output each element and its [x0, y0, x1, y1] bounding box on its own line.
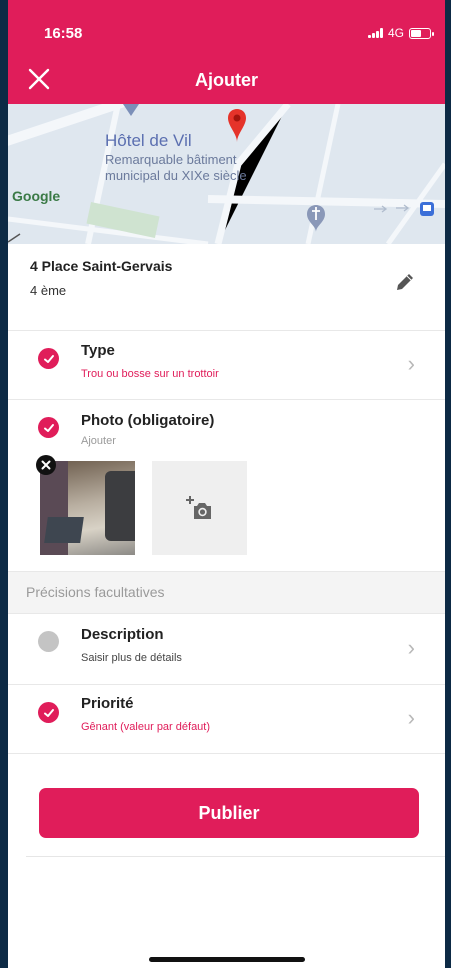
photo-thumbnail[interactable]	[40, 461, 135, 555]
address-street: 4 Place Saint-Gervais	[30, 258, 173, 274]
close-icon	[41, 460, 51, 470]
map-poi-description: Remarquable bâtiment municipal du XIXe s…	[105, 152, 247, 184]
photo-check-icon	[38, 417, 59, 438]
priority-check-icon	[38, 702, 59, 723]
photo-subtitle: Ajouter	[81, 435, 116, 447]
add-camera-icon	[185, 496, 211, 519]
priority-value: Gênant (valeur par défaut)	[81, 721, 211, 733]
add-photo-button[interactable]	[152, 461, 247, 555]
battery-icon	[409, 27, 434, 39]
description-row[interactable]: Description Saisir plus de détails ›	[8, 614, 445, 685]
network-label: 4G	[387, 26, 404, 40]
app-screen: 16:58 4G Ajouter Hôtel de Vil Remarquabl…	[8, 0, 445, 968]
chevron-right-icon: ›	[407, 351, 415, 376]
description-unchecked-icon	[38, 631, 59, 652]
type-title: Type	[81, 342, 115, 359]
map-poi-desc-line2: municipal du XIXe siècle	[105, 168, 247, 183]
google-logo: Google	[12, 188, 61, 204]
chevron-right-icon: ›	[407, 705, 415, 730]
type-row[interactable]: Type Trou ou bosse sur un trottoir ›	[8, 331, 445, 400]
remove-photo-button[interactable]	[36, 455, 56, 475]
description-subtitle: Saisir plus de détails	[81, 652, 182, 664]
optional-section-header: Précisions facultatives	[8, 572, 445, 614]
status-time: 16:58	[44, 25, 83, 42]
type-check-icon	[38, 348, 59, 369]
address-district: 4 ème	[30, 283, 67, 298]
priority-title: Priorité	[81, 695, 134, 712]
address-row: 4 Place Saint-Gervais 4 ème	[8, 244, 445, 331]
chevron-right-icon: ›	[407, 635, 415, 660]
priority-row[interactable]: Priorité Gênant (valeur par défaut) ›	[8, 685, 445, 754]
type-value: Trou ou bosse sur un trottoir	[81, 368, 219, 380]
publish-button[interactable]: Publier	[39, 788, 419, 838]
photo-row: Photo (obligatoire) Ajouter	[8, 400, 445, 572]
edit-address-button[interactable]	[393, 270, 417, 294]
map-poi-desc-line1: Remarquable bâtiment	[105, 152, 237, 167]
page-title: Ajouter	[195, 70, 258, 90]
divider	[26, 856, 445, 857]
pencil-icon	[397, 274, 413, 290]
app-header: 16:58 4G Ajouter	[8, 0, 445, 104]
map-poi-name: Hôtel de Vil	[105, 131, 192, 150]
home-indicator[interactable]	[149, 957, 305, 962]
location-map[interactable]: Hôtel de Vil Remarquable bâtiment munici…	[8, 104, 445, 244]
description-title: Description	[81, 626, 164, 643]
photo-title: Photo (obligatoire)	[81, 412, 215, 429]
signal-icon	[367, 28, 383, 38]
status-indicators: 4G	[367, 26, 434, 40]
